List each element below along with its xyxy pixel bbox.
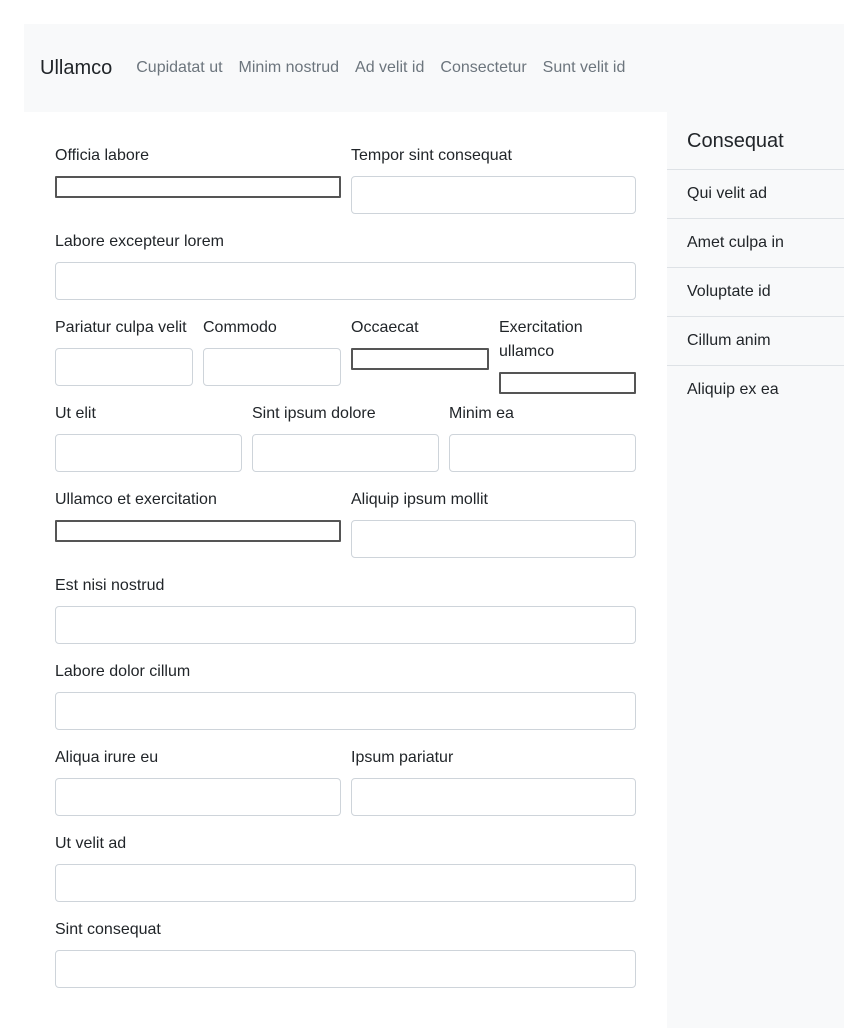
field-labore-dolor-cillum: Labore dolor cillum [55,660,636,730]
nav-link-sunt-velit-id[interactable]: Sunt velit id [543,59,626,77]
input-sint-ipsum-dolore[interactable] [252,434,439,472]
nav-link-cupidatat-ut[interactable]: Cupidatat ut [136,59,222,77]
label-aliquip-ipsum-mollit: Aliquip ipsum mollit [351,491,488,508]
label-sint-ipsum-dolore: Sint ipsum dolore [252,405,376,422]
field-ut-velit-ad: Ut velit ad [55,832,636,902]
field-labore-excepteur-lorem: Labore excepteur lorem [55,230,636,300]
label-labore-excepteur-lorem: Labore excepteur lorem [55,233,224,250]
field-ut-elit: Ut elit [55,402,242,472]
input-pariatur-culpa-velit[interactable] [55,348,193,386]
input-ut-elit[interactable] [55,434,242,472]
field-sint-ipsum-dolore: Sint ipsum dolore [252,402,439,472]
form-row-8: Aliqua irure eu Ipsum pariatur [55,746,636,816]
form-row-7: Labore dolor cillum [55,660,636,730]
input-est-nisi-nostrud[interactable] [55,606,636,644]
field-occaecat: Occaecat [351,316,489,394]
field-ipsum-pariatur: Ipsum pariatur [351,746,636,816]
input-aliqua-irure-eu[interactable] [55,778,341,816]
field-est-nisi-nostrud: Est nisi nostrud [55,574,636,644]
label-commodo: Commodo [203,319,277,336]
form-row-1: Officia labore Tempor sint consequat [55,144,636,214]
input-aliquip-ipsum-mollit[interactable] [351,520,636,558]
navbar-brand[interactable]: Ullamco [40,57,112,80]
field-sint-consequat: Sint consequat [55,918,636,988]
input-officia-labore[interactable] [55,176,341,198]
form-row-10: Sint consequat [55,918,636,988]
label-ut-elit: Ut elit [55,405,96,422]
input-occaecat[interactable] [351,348,489,370]
label-occaecat: Occaecat [351,319,419,336]
input-exercitation-ullamco[interactable] [499,372,636,394]
label-officia-labore: Officia labore [55,147,149,164]
field-commodo: Commodo [203,316,341,394]
label-pariatur-culpa-velit: Pariatur culpa velit [55,319,187,336]
form-row-3: Pariatur culpa velit Commodo Occaecat Ex… [55,316,636,394]
label-aliqua-irure-eu: Aliqua irure eu [55,749,159,766]
form-row-9: Ut velit ad [55,832,636,902]
field-aliqua-irure-eu: Aliqua irure eu [55,746,341,816]
label-tempor-sint-consequat: Tempor sint consequat [351,147,512,164]
field-ullamco-et-exercitation: Ullamco et exercitation [55,488,341,558]
label-ullamco-et-exercitation: Ullamco et exercitation [55,491,217,508]
nav-link-minim-nostrud[interactable]: Minim nostrud [239,59,339,77]
input-labore-dolor-cillum[interactable] [55,692,636,730]
sidebar-item-aliquip-ex-ea[interactable]: Aliquip ex ea [667,366,844,414]
label-est-nisi-nostrud: Est nisi nostrud [55,577,165,594]
input-sint-consequat[interactable] [55,950,636,988]
field-officia-labore: Officia labore [55,144,341,214]
input-commodo[interactable] [203,348,341,386]
input-tempor-sint-consequat[interactable] [351,176,636,214]
sidebar-item-qui-velit-ad[interactable]: Qui velit ad [667,170,844,219]
nav-link-consectetur[interactable]: Consectetur [440,59,526,77]
form-area: Officia labore Tempor sint consequat Lab… [55,112,636,1004]
sidebar: Consequat Qui velit ad Amet culpa in Vol… [667,112,844,1028]
label-ipsum-pariatur: Ipsum pariatur [351,749,454,766]
top-navbar: Ullamco Cupidatat ut Minim nostrud Ad ve… [24,24,844,112]
label-minim-ea: Minim ea [449,405,514,422]
field-pariatur-culpa-velit: Pariatur culpa velit [55,316,193,394]
label-sint-consequat: Sint consequat [55,921,161,938]
sidebar-heading: Consequat [667,112,844,170]
form-row-5: Ullamco et exercitation Aliquip ipsum mo… [55,488,636,558]
input-minim-ea[interactable] [449,434,636,472]
field-tempor-sint-consequat: Tempor sint consequat [351,144,636,214]
sidebar-item-amet-culpa-in[interactable]: Amet culpa in [667,219,844,268]
input-ut-velit-ad[interactable] [55,864,636,902]
form-row-4: Ut elit Sint ipsum dolore Minim ea [55,402,636,472]
field-exercitation-ullamco: Exercitation ullamco [499,316,636,394]
nav-link-ad-velit-id[interactable]: Ad velit id [355,59,424,77]
input-ullamco-et-exercitation[interactable] [55,520,341,542]
field-aliquip-ipsum-mollit: Aliquip ipsum mollit [351,488,636,558]
form-row-2: Labore excepteur lorem [55,230,636,300]
field-minim-ea: Minim ea [449,402,636,472]
sidebar-item-cillum-anim[interactable]: Cillum anim [667,317,844,366]
input-labore-excepteur-lorem[interactable] [55,262,636,300]
sidebar-item-voluptate-id[interactable]: Voluptate id [667,268,844,317]
label-ut-velit-ad: Ut velit ad [55,835,127,852]
label-exercitation-ullamco: Exercitation ullamco [499,319,583,360]
form-row-6: Est nisi nostrud [55,574,636,644]
label-labore-dolor-cillum: Labore dolor cillum [55,663,191,680]
input-ipsum-pariatur[interactable] [351,778,636,816]
